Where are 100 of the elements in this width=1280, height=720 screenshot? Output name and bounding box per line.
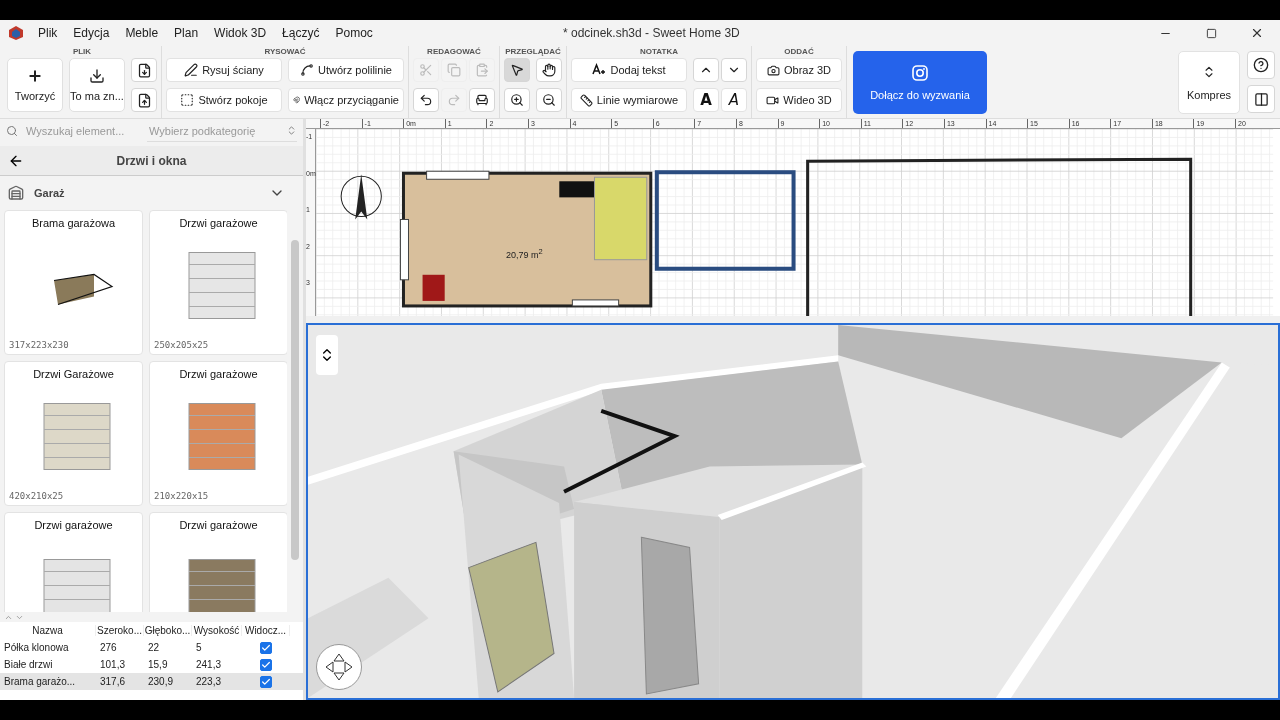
garage-door-drawing — [188, 403, 255, 470]
window-title: * odcinek.sh3d - Sweet Home 3D — [563, 26, 740, 40]
column-header[interactable]: Szeroko... — [96, 625, 144, 636]
table-cell-text: 317,6 — [99, 676, 127, 687]
dimension-lines-button[interactable]: Linie wymiarowe — [571, 88, 687, 112]
pointer-icon[interactable] — [504, 58, 530, 82]
item-name: Drzwi garażowe — [34, 519, 113, 531]
close-icon[interactable] — [1250, 26, 1264, 40]
join-challenge-button[interactable]: Dołącz do wyzwania — [853, 51, 987, 114]
catalog-item-card[interactable]: Brama garażowa 317x223x230 — [4, 210, 143, 355]
item-name: Drzwi garażowe — [179, 217, 258, 229]
item-name: Drzwi Garażowe — [33, 368, 114, 380]
plus-icon — [27, 68, 43, 84]
catalog-item-card[interactable]: Drzwi garażowe — [149, 512, 287, 612]
zoom-out-icon[interactable] — [536, 88, 562, 112]
catalog-item-card[interactable]: Drzwi garażowe — [4, 512, 143, 612]
table-cell-text: 15,9 — [147, 659, 169, 670]
visibility-checkbox[interactable] — [260, 675, 272, 688]
category-header[interactable]: Garaż — [0, 176, 293, 210]
garage-door-drawing — [43, 403, 110, 470]
garage-door-drawing — [43, 559, 110, 612]
item-name: Drzwi garażowe — [179, 519, 258, 531]
camera-logo-icon — [912, 64, 928, 81]
item-size: 317x223x230 — [9, 340, 69, 350]
camera-icon — [766, 63, 780, 77]
catalog-item-card[interactable]: Drzwi garażowe 210x220x15 — [149, 361, 287, 506]
item-size: 210x220x15 — [154, 491, 209, 501]
catalog-item-card[interactable]: Drzwi Garażowe 420x210x25 — [4, 361, 143, 506]
add-text-icon — [592, 63, 607, 77]
chevrons-icon — [286, 125, 297, 136]
polyline-icon — [300, 63, 314, 77]
draw-walls-button[interactable]: Rysuj ściany — [166, 58, 282, 82]
table-cell-text: Półka klonowa — [3, 642, 70, 653]
group-label: PLIK — [71, 46, 93, 58]
ruler-icon — [579, 93, 593, 107]
create-button[interactable]: Tworzyć — [7, 58, 63, 112]
bold-button[interactable]: A — [693, 88, 719, 112]
group-label: PRZEGLĄDAĆ — [504, 46, 562, 58]
garage-door-drawing — [188, 252, 255, 319]
file-import-icon[interactable] — [131, 58, 157, 82]
item-name: Brama garażowa — [31, 217, 116, 229]
menu-item[interactable]: Meble — [117, 26, 167, 40]
compass-drawing — [340, 174, 382, 220]
table-cell-text: 101,3 — [99, 659, 127, 670]
create-rooms-button[interactable]: Stwórz pokoje — [166, 88, 282, 112]
help-icon[interactable] — [1247, 51, 1275, 79]
catalog-item-card[interactable]: Drzwi garażowe 250x205x25 — [149, 210, 287, 355]
add-text-button[interactable]: Dodaj tekst — [571, 58, 687, 82]
table-cell-text: 230,9 — [147, 676, 175, 687]
menu-item[interactable]: Łączyć — [274, 26, 328, 40]
italic-button[interactable]: A — [721, 88, 747, 112]
column-header[interactable]: Wysokość — [192, 625, 242, 636]
import-button[interactable]: To ma zn... — [69, 58, 125, 112]
visibility-checkbox[interactable] — [260, 641, 272, 654]
item-size: 420x210x25 — [9, 491, 64, 501]
add-furniture-icon[interactable] — [469, 88, 495, 112]
hand-icon[interactable] — [536, 58, 562, 82]
visibility-checkbox[interactable] — [260, 658, 272, 671]
compress-button[interactable]: Kompres — [1178, 51, 1240, 114]
magnet-icon — [293, 93, 301, 107]
table-cell-text: Białe drzwi — [3, 659, 54, 670]
table-cell-text: 276 — [99, 642, 118, 653]
zoom-in-icon[interactable] — [504, 88, 530, 112]
undo-icon[interactable] — [413, 88, 439, 112]
search-icon — [6, 125, 18, 137]
item-name: Drzwi garażowe — [179, 368, 258, 380]
menu-item[interactable]: Widok 3D — [206, 26, 275, 40]
catalog-title: Drzwi i okna — [115, 153, 188, 168]
menu-item[interactable]: Plik — [30, 26, 66, 40]
wall-pen-icon — [184, 63, 199, 77]
scrollbar-thumb[interactable] — [291, 240, 299, 560]
polyline-button[interactable]: Utwórz polilinie — [288, 58, 404, 82]
table-cell-text: 241,3 — [195, 659, 223, 670]
table-cell-text: Brama garażo... — [3, 676, 77, 687]
table-cell-text: 223,3 — [195, 676, 223, 687]
increase-text-icon[interactable] — [693, 58, 719, 82]
photo-3d-button[interactable]: Obraz 3D — [756, 58, 842, 82]
group-label: NOTATKA — [639, 46, 679, 58]
decrease-text-icon[interactable] — [721, 58, 747, 82]
room-icon — [180, 93, 195, 107]
item-size: 250x205x25 — [154, 340, 209, 350]
menu-item[interactable]: Edycja — [65, 26, 118, 40]
garage-door-drawing — [188, 559, 255, 612]
column-header[interactable]: Widocz... — [242, 625, 290, 636]
menu-item[interactable]: Plan — [166, 26, 207, 40]
table-row[interactable]: Brama garażo... 317,6 230,9 223,3 — [0, 673, 303, 690]
camera-elevation-icon[interactable] — [316, 335, 338, 375]
video-3d-button[interactable]: Wideo 3D — [756, 88, 842, 112]
magnetism-button[interactable]: Włącz przyciąganie — [288, 88, 404, 112]
group-label: ODDAĆ — [783, 46, 815, 58]
file-export-icon[interactable] — [131, 88, 157, 112]
subcategory-select[interactable]: Wybierz podkategorię — [147, 123, 286, 138]
column-header[interactable]: Nazwa — [0, 625, 96, 636]
maximize-icon[interactable] — [1205, 27, 1217, 39]
search-field[interactable]: Wyszukaj element... — [24, 124, 141, 138]
menu-item[interactable]: Pomoc — [327, 26, 381, 40]
download-icon — [89, 68, 105, 84]
column-header[interactable]: Głęboko... — [144, 625, 192, 636]
garage-door-drawing — [52, 273, 113, 306]
split-view-icon[interactable] — [1247, 85, 1275, 113]
